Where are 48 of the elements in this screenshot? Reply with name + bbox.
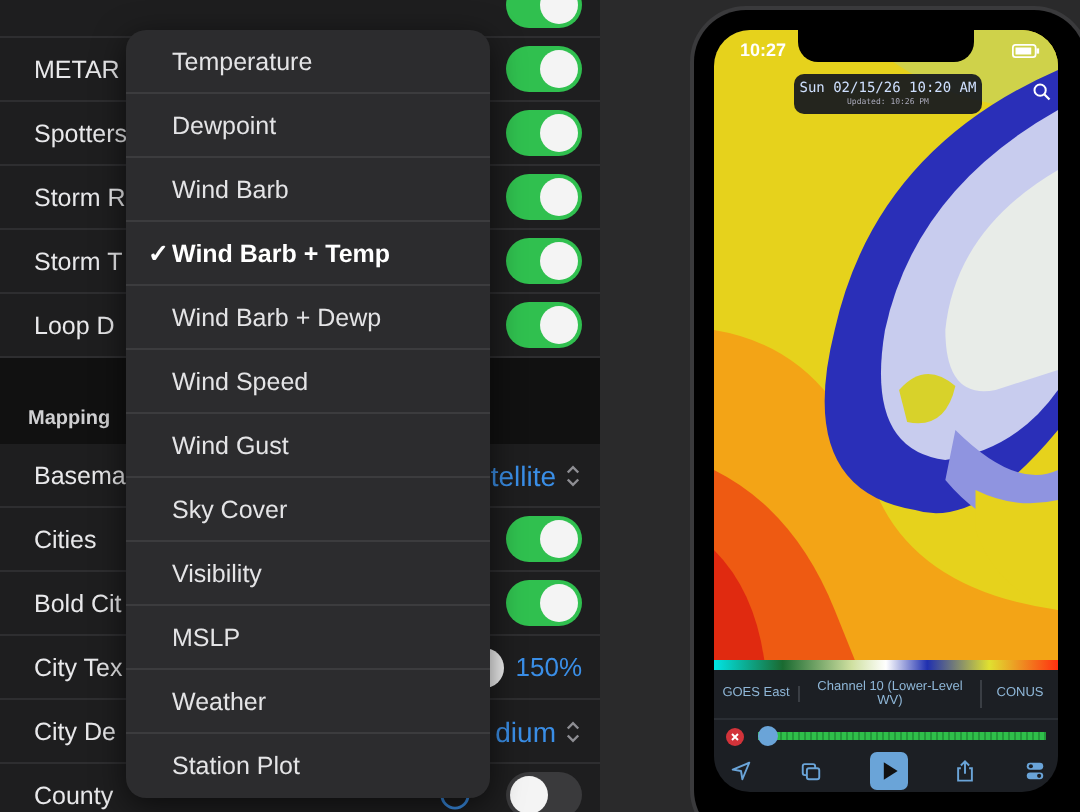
toggle-switch[interactable] [506, 46, 582, 92]
timeline-thumb[interactable] [758, 726, 778, 746]
setting-label: Cities [34, 525, 97, 553]
toggle-switch[interactable] [506, 772, 582, 812]
toggle-switch[interactable] [506, 302, 582, 348]
section-header: Mapping [28, 408, 111, 430]
layers-icon[interactable] [799, 760, 822, 782]
menu-item[interactable]: Wind Barb [126, 158, 490, 222]
select-value[interactable]: tellite [490, 459, 556, 491]
menu-item[interactable]: Sky Cover [126, 478, 490, 542]
setting-label: Basema [34, 461, 126, 489]
slider-value: 150% [515, 652, 582, 682]
toggle-switch[interactable] [506, 110, 582, 156]
menu-item[interactable]: Wind Gust [126, 414, 490, 478]
menu-item[interactable]: Temperature [126, 30, 490, 94]
setting-label: Storm T [34, 247, 123, 275]
search-icon[interactable] [1032, 82, 1052, 102]
setting-label: Storm R [34, 183, 126, 211]
close-icon[interactable] [726, 727, 744, 745]
menu-item[interactable]: ✓Wind Barb + Temp [126, 222, 490, 286]
menu-item[interactable]: Wind Barb + Dewp [126, 286, 490, 350]
chevron-up-down-icon [564, 717, 582, 745]
setting-label: City De [34, 717, 116, 745]
setting-label: Spotters [34, 119, 128, 147]
settings-icon[interactable] [1024, 760, 1046, 782]
timeline-slider[interactable] [758, 726, 1046, 746]
menu-item[interactable]: Visibility [126, 542, 490, 606]
setting-label: Loop D [34, 311, 115, 339]
setting-label: METAR [34, 55, 120, 83]
location-arrow-icon[interactable] [730, 760, 752, 782]
chevron-up-down-icon [564, 461, 582, 489]
menu-item[interactable]: Dewpoint [126, 94, 490, 158]
toggle-switch[interactable] [506, 580, 582, 626]
status-time: 10:27 [740, 40, 787, 60]
setting-label: City Tex [34, 653, 123, 681]
play-button[interactable] [869, 752, 907, 790]
toggle-switch[interactable] [506, 238, 582, 284]
menu-item[interactable]: MSLP [126, 606, 490, 670]
share-icon[interactable] [954, 760, 977, 782]
menu-item[interactable]: Wind Speed [126, 350, 490, 414]
battery-icon [1012, 44, 1040, 58]
setting-label: Bold Cit [34, 589, 122, 617]
toggle-switch[interactable] [506, 174, 582, 220]
menu-item[interactable]: Station Plot [126, 734, 490, 798]
setting-label: County [34, 781, 114, 809]
select-value[interactable]: dium [495, 715, 556, 747]
toggle-switch[interactable] [506, 516, 582, 562]
menu-item[interactable]: Weather [126, 670, 490, 734]
